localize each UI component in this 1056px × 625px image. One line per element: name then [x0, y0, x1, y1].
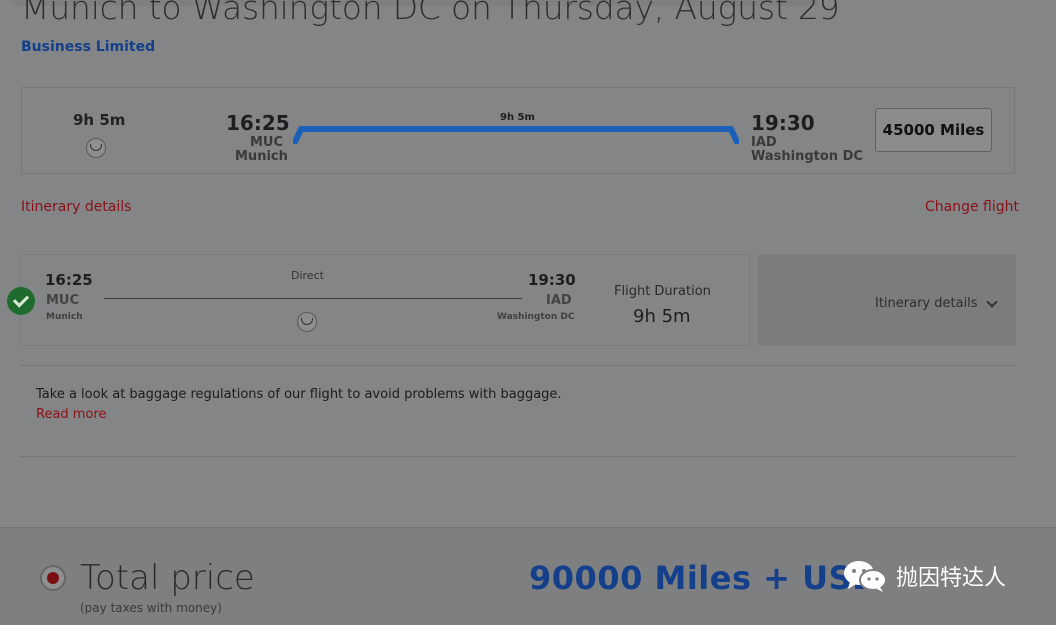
summary-departure-city: Munich: [235, 149, 288, 164]
route-bar: [293, 126, 739, 144]
watermark-text: 抛因特达人: [896, 566, 1007, 591]
total-price-label: Total price: [80, 558, 255, 598]
fare-class-label: Business Limited: [21, 39, 156, 55]
summary-duration: 9h 5m: [73, 111, 126, 129]
segment-arrival-city: Washington DC: [497, 312, 575, 322]
change-flight-link[interactable]: Change flight: [925, 199, 1019, 215]
total-price-value: 90000 Miles + USD: [529, 559, 880, 597]
route-duration: 9h 5m: [500, 112, 535, 123]
check-circle-icon: [7, 287, 35, 315]
itinerary-details-toggle-label[interactable]: Itinerary details: [875, 296, 978, 311]
page-title: Munich to Washington DC on Thursday, Aug…: [21, 0, 840, 27]
read-more-link[interactable]: Read more: [36, 407, 106, 422]
segment-arrival-time: 19:30: [528, 271, 576, 289]
total-price-note: (pay taxes with money): [80, 601, 222, 615]
segment-departure-city: Munich: [46, 312, 83, 322]
flight-duration-label: Flight Duration: [614, 284, 711, 299]
divider: [20, 456, 1016, 457]
divider: [20, 365, 1016, 366]
summary-arrival-time: 19:30: [751, 111, 815, 135]
summary-arrival-code: IAD: [751, 135, 777, 150]
airline-logo-icon: [86, 138, 106, 158]
itinerary-details-link[interactable]: Itinerary details: [21, 199, 131, 215]
summary-arrival-city: Washington DC: [751, 149, 863, 164]
baggage-notice: Take a look at baggage regulations of ou…: [36, 387, 562, 402]
segment-departure-code: MUC: [46, 293, 80, 308]
flight-duration-value: 9h 5m: [633, 306, 691, 327]
segment-arrival-code: IAD: [546, 293, 572, 308]
segment-route-line: [104, 298, 522, 299]
summary-departure-code: MUC: [250, 135, 284, 150]
wechat-icon: [844, 561, 887, 592]
segment-departure-time: 16:25: [45, 271, 93, 289]
segment-stop-label: Direct: [291, 269, 324, 282]
watermark: 抛因特达人: [842, 558, 1006, 594]
segment-card: [20, 254, 750, 346]
price-option-radio[interactable]: [40, 565, 66, 591]
airline-logo-icon: [297, 312, 317, 332]
miles-price-button[interactable]: 45000 Miles: [875, 108, 992, 152]
summary-departure-time: 16:25: [226, 111, 290, 135]
